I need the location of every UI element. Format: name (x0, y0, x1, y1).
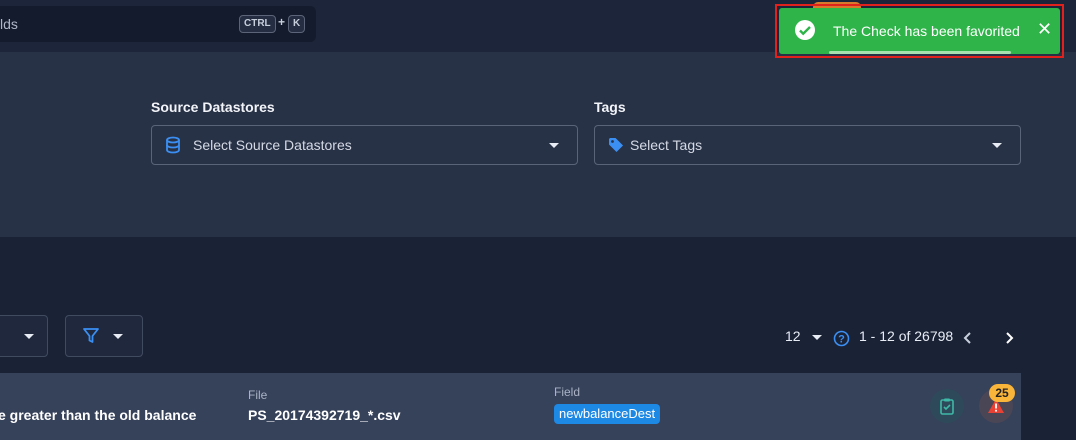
chevron-down-icon (24, 334, 34, 339)
tag-icon (609, 138, 623, 152)
check-card[interactable]: e greater than the old balance File PS_2… (0, 373, 1021, 440)
chevron-down-icon (113, 334, 123, 339)
chevron-left-icon[interactable] (962, 331, 974, 345)
shortcut-key-ctrl: CTRL (239, 15, 276, 33)
toast-progress-bar (829, 51, 1011, 54)
search-input[interactable]: lds CTRL + K (0, 6, 316, 42)
file-label: File (248, 388, 268, 402)
close-icon[interactable]: ✕ (1037, 19, 1052, 40)
filters-panel: Source Datastores Select Source Datastor… (0, 52, 1076, 237)
chevron-down-icon[interactable] (812, 335, 822, 340)
per-page-select[interactable]: 12 (785, 328, 801, 344)
toast-message: The Check has been favorited (833, 23, 1020, 39)
tags-select[interactable]: Select Tags (594, 125, 1021, 165)
search-text: lds (0, 16, 18, 32)
svg-text:?: ? (838, 334, 845, 346)
tags-placeholder: Select Tags (630, 137, 703, 153)
field-label: Field (554, 385, 581, 399)
tags-label: Tags (594, 99, 626, 115)
toast-notification: The Check has been favorited ✕ (779, 8, 1060, 54)
help-icon[interactable]: ? (833, 330, 850, 347)
check-circle-icon (795, 20, 815, 40)
source-datastores-placeholder: Select Source Datastores (193, 137, 352, 153)
shortcut-plus: + (278, 15, 286, 29)
database-icon (166, 136, 180, 154)
filter-icon (83, 328, 99, 343)
chevron-down-icon (549, 143, 559, 148)
chevron-down-icon (992, 143, 1002, 148)
source-datastores-label: Source Datastores (151, 99, 275, 115)
check-status-button[interactable] (930, 389, 964, 423)
source-datastores-select[interactable]: Select Source Datastores (151, 125, 578, 165)
check-description: e greater than the old balance (0, 407, 197, 423)
shortcut-key-k: K (288, 15, 306, 33)
file-value: PS_20174392719_*.csv (248, 407, 401, 423)
sort-dropdown-button[interactable] (0, 315, 48, 357)
chevron-right-icon[interactable] (1003, 331, 1015, 345)
clipboard-check-icon (940, 398, 954, 415)
filter-button[interactable] (65, 315, 143, 357)
field-chip: newbalanceDest (554, 404, 661, 424)
pagination-range: 1 - 12 of 26798 (859, 328, 954, 344)
anomaly-count-badge: 25 (989, 384, 1015, 402)
